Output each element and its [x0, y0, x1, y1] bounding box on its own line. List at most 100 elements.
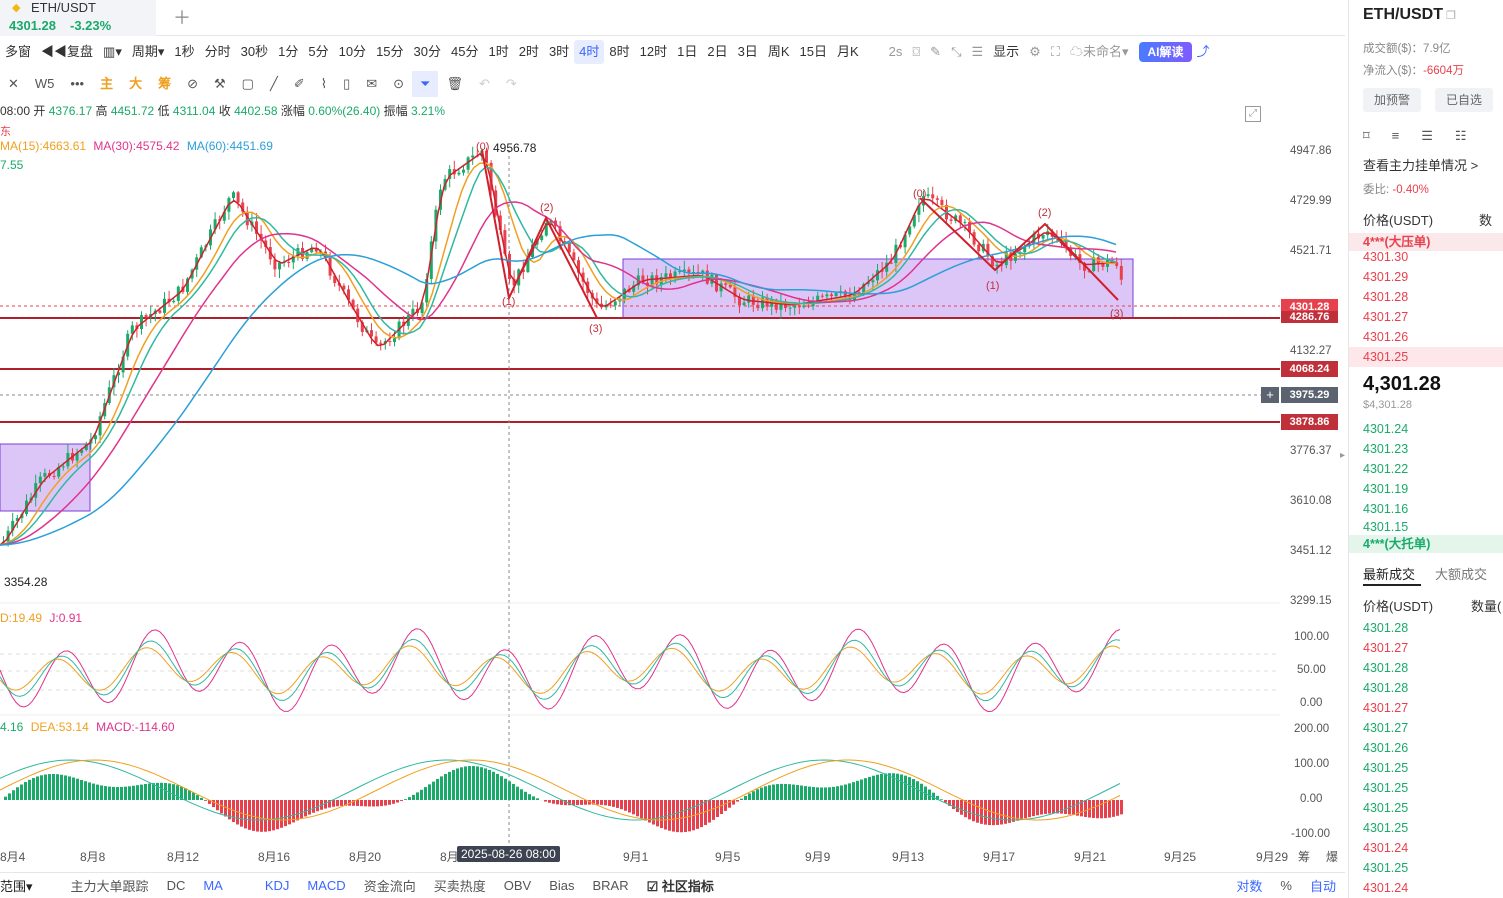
replay-button[interactable]: ◀◀复盘: [36, 40, 98, 64]
favorite-star-icon[interactable]: ◆: [12, 1, 20, 14]
trades-tab-latest[interactable]: 最新成交: [1363, 564, 1415, 583]
menu-icon[interactable]: ☰: [966, 40, 988, 64]
period-1s[interactable]: 1秒: [169, 40, 199, 64]
ask-row[interactable]: 4301.25: [1363, 350, 1408, 364]
ind-ma[interactable]: MA: [194, 878, 232, 893]
macd-bar: [752, 791, 755, 800]
bid-row[interactable]: 4301.24: [1363, 422, 1408, 436]
period-8h[interactable]: 8时: [604, 40, 634, 64]
bid-row[interactable]: 4301.16: [1363, 502, 1408, 516]
chart-type-icon[interactable]: ▥▾: [98, 40, 127, 64]
ask-row[interactable]: 4301.28: [1363, 290, 1408, 304]
explode-icon[interactable]: 爆: [1326, 848, 1338, 865]
share-icon[interactable]: ⤴: [1192, 40, 1215, 64]
percent-toggle[interactable]: %: [1271, 878, 1301, 893]
collapse-panel-icon[interactable]: ▸: [1340, 450, 1345, 461]
ask-row[interactable]: 4301.27: [1363, 310, 1408, 324]
bid-row[interactable]: 4301.22: [1363, 462, 1408, 476]
multi-window-button[interactable]: 多窗: [0, 40, 36, 64]
resize-icon[interactable]: ⤡: [946, 40, 966, 64]
brush-tool-icon[interactable]: ✐: [286, 71, 313, 97]
magnet-tool-icon[interactable]: ⊙: [385, 71, 412, 97]
indicator-icon[interactable]: ⊘: [179, 71, 206, 97]
settings-icon[interactable]: ⚙: [1024, 40, 1046, 64]
watchlist-button[interactable]: 已自选: [1435, 88, 1493, 112]
add-alert-button[interactable]: 加预警: [1363, 88, 1421, 112]
ind-kdj[interactable]: KDJ: [256, 878, 299, 893]
symbol-tab[interactable]: ◆ ETH/USDT 4301.28 -3.23%: [0, 0, 156, 36]
period-timeline[interactable]: 分时: [200, 40, 236, 64]
period-week[interactable]: 周K: [763, 40, 795, 64]
period-45m[interactable]: 45分: [446, 40, 483, 64]
period-4h[interactable]: 4时: [574, 39, 605, 64]
wave-tool[interactable]: W5: [27, 71, 63, 97]
auto-toggle[interactable]: 自动: [1301, 876, 1345, 895]
filter-tool-icon[interactable]: ⏷: [412, 71, 439, 97]
ask-row[interactable]: 4301.30: [1363, 250, 1408, 264]
ind-brar[interactable]: BRAR: [583, 878, 637, 893]
log-toggle[interactable]: 对数: [1227, 876, 1271, 895]
period-12h[interactable]: 12时: [635, 40, 672, 64]
refresh-interval[interactable]: 2s: [884, 40, 908, 64]
add-level-icon[interactable]: +: [1261, 387, 1279, 403]
main-order-link[interactable]: 查看主力挂单情况 >: [1363, 155, 1478, 174]
period-15d[interactable]: 15日: [794, 40, 831, 64]
cursor-tool-icon[interactable]: ✕: [0, 71, 27, 97]
ind-bias[interactable]: Bias: [540, 878, 583, 893]
main-force-button[interactable]: 主: [92, 71, 121, 97]
copy-icon[interactable]: ❐: [1446, 9, 1456, 22]
more-tools-icon[interactable]: •••: [62, 71, 92, 97]
period-1m[interactable]: 1分: [273, 40, 303, 64]
expand-chart-icon[interactable]: ⤢: [1245, 106, 1261, 122]
ind-fund-flow[interactable]: 资金流向: [355, 876, 425, 895]
range-dropdown[interactable]: 范围▾: [0, 876, 42, 895]
period-3d[interactable]: 3日: [733, 40, 763, 64]
period-3h[interactable]: 3时: [544, 40, 574, 64]
tool-icon[interactable]: ⚒: [206, 71, 234, 97]
bid-row[interactable]: 4301.15: [1363, 520, 1408, 532]
layout-name-dropdown[interactable]: ☁未命名▾: [1065, 40, 1134, 64]
period-30m[interactable]: 30分: [409, 40, 446, 64]
pen-icon[interactable]: ✎: [925, 40, 946, 64]
ask-row[interactable]: 4301.29: [1363, 270, 1408, 284]
ind-dc[interactable]: DC: [158, 878, 195, 893]
display-button[interactable]: 显示: [988, 40, 1024, 64]
add-tab-icon[interactable]: ＋: [173, 4, 191, 30]
ruler-tool-icon[interactable]: ▯: [335, 71, 358, 97]
period-2d[interactable]: 2日: [702, 40, 732, 64]
period-15m[interactable]: 15分: [371, 40, 408, 64]
period-month[interactable]: 月K: [832, 40, 864, 64]
period-10m[interactable]: 10分: [334, 40, 371, 64]
book-view-icons[interactable]: ⌑≡☰☷: [1363, 128, 1489, 144]
period-2h[interactable]: 2时: [514, 40, 544, 64]
ind-macd[interactable]: MACD: [298, 878, 354, 893]
period-1d[interactable]: 1日: [672, 40, 702, 64]
period-dropdown[interactable]: 周期▾: [127, 40, 170, 64]
trades-tab-large[interactable]: 大额成交: [1435, 564, 1487, 583]
fullscreen-icon[interactable]: ⛶: [1046, 40, 1065, 64]
low-annotation: 3354.28: [4, 575, 48, 589]
line-tool-icon[interactable]: ╱: [262, 71, 286, 97]
chips-icon[interactable]: 筹: [1298, 848, 1310, 865]
period-1h[interactable]: 1时: [483, 40, 513, 64]
bid-row[interactable]: 4301.23: [1363, 442, 1408, 456]
ind-obv[interactable]: OBV: [495, 878, 540, 893]
redo-icon[interactable]: ↷: [498, 71, 525, 97]
period-30s[interactable]: 30秒: [236, 40, 273, 64]
period-5m[interactable]: 5分: [303, 40, 333, 64]
note-tool-icon[interactable]: ✉: [358, 71, 385, 97]
ind-heat[interactable]: 买卖热度: [425, 876, 495, 895]
pattern-tool-icon[interactable]: ⌇: [313, 71, 335, 97]
big-order-button[interactable]: 大: [121, 71, 150, 97]
rect-tool-icon[interactable]: ▢: [234, 71, 262, 97]
bid-row[interactable]: 4301.19: [1363, 482, 1408, 496]
undo-icon[interactable]: ↶: [471, 71, 498, 97]
ask-row[interactable]: 4301.26: [1363, 330, 1408, 344]
camera-icon[interactable]: ⌼: [907, 40, 925, 64]
delete-tool-icon[interactable]: 🗑: [438, 71, 471, 97]
candlestick-chart[interactable]: (0) (1) (2) (3) (0) (1) (2) (3) 4956.78 …: [0, 96, 1345, 846]
ind-community[interactable]: ☑ 社区指标: [638, 876, 723, 895]
ai-explain-button[interactable]: AI解读: [1139, 41, 1192, 62]
chips-button[interactable]: 筹: [150, 71, 179, 97]
ind-main-force[interactable]: 主力大单跟踪: [62, 876, 158, 895]
